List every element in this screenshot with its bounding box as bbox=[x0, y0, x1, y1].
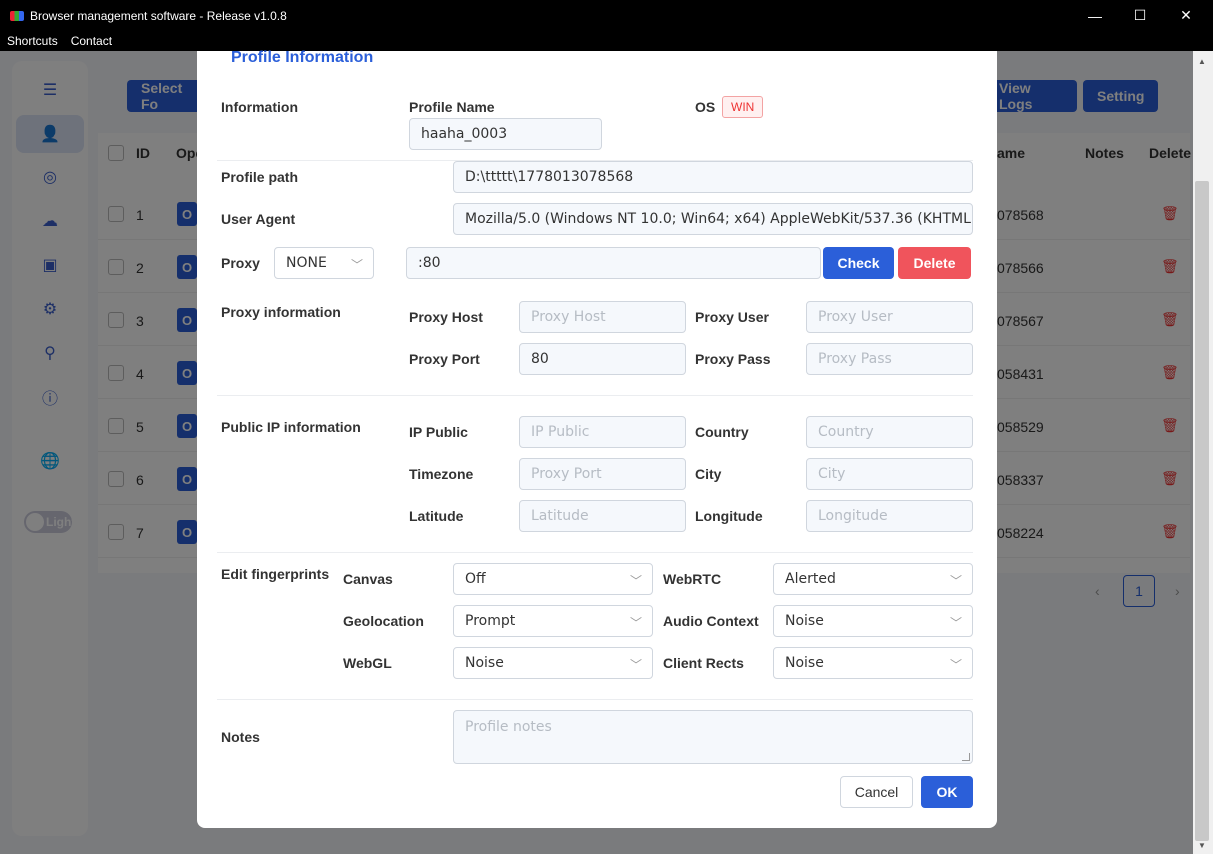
webrtc-value: Alerted bbox=[785, 571, 836, 587]
maximize-button[interactable]: ☐ bbox=[1117, 0, 1163, 31]
geolocation-value: Prompt bbox=[465, 613, 516, 629]
canvas-label: Canvas bbox=[343, 571, 393, 587]
country-input[interactable]: Country bbox=[806, 416, 973, 448]
chevron-down-icon: ﹀ bbox=[949, 616, 962, 630]
menu-bar: Shortcuts Contact bbox=[0, 31, 1213, 51]
timezone-input[interactable]: Proxy Port bbox=[519, 458, 686, 490]
information-label: Information bbox=[221, 99, 298, 115]
city-input[interactable]: City bbox=[806, 458, 973, 490]
scrollbar-thumb[interactable] bbox=[1195, 181, 1209, 841]
notes-label: Notes bbox=[221, 729, 260, 745]
user-agent-input[interactable]: Mozilla/5.0 (Windows NT 10.0; Win64; x64… bbox=[453, 203, 973, 235]
menu-contact[interactable]: Contact bbox=[71, 34, 112, 48]
ip-public-label: IP Public bbox=[409, 424, 468, 440]
chevron-down-icon: ﹀ bbox=[629, 658, 642, 672]
proxy-pass-input[interactable]: Proxy Pass bbox=[806, 343, 973, 375]
cancel-button[interactable]: Cancel bbox=[840, 776, 913, 808]
client-rects-label: Client Rects bbox=[663, 655, 744, 671]
proxy-port-label: Proxy Port bbox=[409, 351, 480, 367]
proxy-user-label: Proxy User bbox=[695, 309, 769, 325]
notes-placeholder: Profile notes bbox=[465, 719, 552, 735]
country-label: Country bbox=[695, 424, 749, 440]
fingerprints-label: Edit fingerprints bbox=[221, 566, 330, 582]
public-ip-label: Public IP information bbox=[221, 419, 361, 435]
canvas-value: Off bbox=[465, 571, 486, 587]
window-title: Browser management software - Release v1… bbox=[30, 8, 287, 23]
close-button[interactable]: ✕ bbox=[1163, 0, 1209, 31]
geolocation-select[interactable]: Prompt ﹀ bbox=[453, 605, 653, 637]
delete-proxy-button[interactable]: Delete bbox=[898, 247, 971, 279]
webgl-label: WebGL bbox=[343, 655, 392, 671]
audio-context-value: Noise bbox=[785, 613, 824, 629]
proxy-user-input[interactable]: Proxy User bbox=[806, 301, 973, 333]
latitude-input[interactable]: Latitude bbox=[519, 500, 686, 532]
latitude-label: Latitude bbox=[409, 508, 464, 524]
menu-shortcuts[interactable]: Shortcuts bbox=[7, 34, 58, 48]
proxy-info-label: Proxy information bbox=[221, 304, 341, 320]
os-label: OS bbox=[695, 99, 716, 115]
resize-grip-icon[interactable] bbox=[962, 753, 970, 761]
scroll-up-icon[interactable]: ▲ bbox=[1198, 57, 1206, 66]
chevron-down-icon: ﹀ bbox=[949, 658, 962, 672]
profile-name-input[interactable]: haaha_0003 bbox=[409, 118, 602, 150]
chevron-down-icon: ﹀ bbox=[629, 574, 642, 588]
ok-button[interactable]: OK bbox=[921, 776, 973, 808]
user-agent-label: User Agent bbox=[221, 211, 296, 227]
chevron-down-icon: ﹀ bbox=[350, 258, 363, 272]
scroll-down-icon[interactable]: ▼ bbox=[1198, 841, 1206, 850]
webgl-value: Noise bbox=[465, 655, 504, 671]
page-scrollbar[interactable]: ▲ ▼ bbox=[1193, 51, 1213, 854]
profile-path-label: Profile path bbox=[221, 169, 299, 185]
chevron-down-icon: ﹀ bbox=[629, 616, 642, 630]
client-rects-value: Noise bbox=[785, 655, 824, 671]
check-proxy-button[interactable]: Check bbox=[823, 247, 894, 279]
profile-name-label: Profile Name bbox=[409, 99, 495, 115]
webgl-select[interactable]: Noise ﹀ bbox=[453, 647, 653, 679]
geolocation-label: Geolocation bbox=[343, 613, 424, 629]
minimize-button[interactable]: — bbox=[1072, 0, 1118, 31]
profile-path-input[interactable]: D:\ttttt\1778013078568 bbox=[453, 161, 973, 193]
proxy-pass-label: Proxy Pass bbox=[695, 351, 771, 367]
ip-public-input[interactable]: IP Public bbox=[519, 416, 686, 448]
webrtc-select[interactable]: Alerted ﹀ bbox=[773, 563, 973, 595]
canvas-select[interactable]: Off ﹀ bbox=[453, 563, 653, 595]
proxy-host-input[interactable]: Proxy Host bbox=[519, 301, 686, 333]
proxy-input[interactable]: :80 bbox=[406, 247, 821, 279]
proxy-host-label: Proxy Host bbox=[409, 309, 483, 325]
chevron-down-icon: ﹀ bbox=[949, 574, 962, 588]
divider bbox=[217, 395, 973, 396]
timezone-label: Timezone bbox=[409, 466, 474, 482]
longitude-input[interactable]: Longitude bbox=[806, 500, 973, 532]
longitude-label: Longitude bbox=[695, 508, 763, 524]
audio-context-select[interactable]: Noise ﹀ bbox=[773, 605, 973, 637]
app-logo-icon bbox=[10, 10, 24, 21]
os-badge: WIN bbox=[722, 96, 764, 118]
divider bbox=[217, 699, 973, 700]
client-rects-select[interactable]: Noise ﹀ bbox=[773, 647, 973, 679]
proxy-port-input[interactable]: 80 bbox=[519, 343, 686, 375]
city-label: City bbox=[695, 466, 722, 482]
notes-textarea[interactable]: Profile notes bbox=[453, 710, 973, 764]
profile-modal: Profile Information Information Profile … bbox=[197, 49, 997, 828]
audio-context-label: Audio Context bbox=[663, 613, 759, 629]
title-bar: Browser management software - Release v1… bbox=[0, 0, 1213, 31]
proxy-type-select[interactable]: NONE ﹀ bbox=[274, 247, 374, 279]
modal-title: Profile Information bbox=[231, 49, 374, 66]
proxy-type-value: NONE bbox=[286, 255, 327, 271]
proxy-label: Proxy bbox=[221, 255, 260, 271]
divider bbox=[217, 552, 973, 553]
webrtc-label: WebRTC bbox=[663, 571, 722, 587]
